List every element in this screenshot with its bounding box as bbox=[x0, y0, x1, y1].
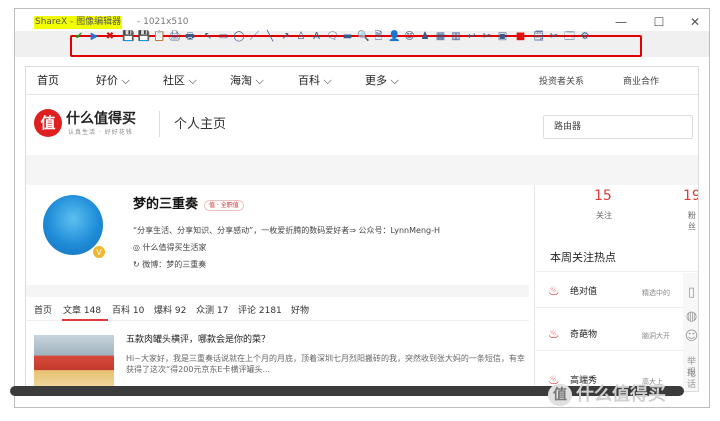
section-gap bbox=[26, 285, 529, 297]
divider bbox=[536, 307, 698, 308]
wechat-icon[interactable]: ☺ bbox=[683, 330, 698, 343]
sticker-icon[interactable]: 👤 bbox=[388, 31, 400, 43]
print-icon[interactable]: 🖶 bbox=[184, 31, 196, 43]
copy-icon[interactable]: 📋 bbox=[153, 31, 165, 43]
flame-icon: ♨ bbox=[548, 327, 560, 342]
magnify-icon[interactable]: 🔍 bbox=[357, 31, 369, 43]
logo-icon[interactable]: 值 bbox=[34, 109, 62, 137]
article-excerpt: Hi~大家好，我是三重奏话说就在上个月的月底，顶着深圳七月烈阳搬砖的我，突然收到… bbox=[126, 354, 525, 374]
undo-icon[interactable]: ↩ bbox=[466, 31, 478, 43]
image-icon[interactable]: 🗎 bbox=[373, 31, 385, 43]
rectangle-icon[interactable]: ▭ bbox=[218, 31, 230, 43]
tab-tests[interactable]: 众测 17 bbox=[196, 305, 228, 317]
follows-label: 关注 bbox=[596, 211, 612, 220]
divider bbox=[536, 271, 698, 272]
floating-sidebar: ▯ ◍ ☺ 举报 电话 bbox=[683, 273, 698, 391]
tab-goods[interactable]: 好物 bbox=[291, 305, 309, 317]
page-title: 个人主页 bbox=[174, 117, 227, 132]
banner-gap bbox=[26, 155, 698, 185]
cut-icon[interactable]: ✂ bbox=[548, 31, 560, 43]
fill-color-icon[interactable]: ■ bbox=[515, 31, 527, 43]
border-icon[interactable]: ▣ bbox=[497, 31, 509, 43]
text-icon[interactable]: A bbox=[311, 31, 323, 43]
nav-wiki[interactable]: 百科 ⌵ bbox=[298, 74, 332, 88]
tab-comments[interactable]: 评论 2181 bbox=[238, 305, 282, 317]
user-title[interactable]: ◎ 什么值得买生活家 bbox=[133, 242, 207, 253]
logo-slogan: 认真生活 · 好好花钱 bbox=[68, 129, 133, 136]
nav-investor[interactable]: 投资者关系 bbox=[539, 76, 584, 88]
search-input[interactable]: 路由器 bbox=[543, 115, 693, 139]
cursor-icon[interactable]: ♟ bbox=[419, 31, 431, 43]
active-tab-indicator bbox=[62, 319, 108, 321]
maximize-button[interactable]: ☐ bbox=[651, 15, 667, 29]
web-page: 首页 好价 ⌵ 社区 ⌵ 海淘 ⌵ 百科 ⌵ 更多 ⌵ 投资者关系 商业合作 值… bbox=[25, 66, 699, 392]
logo-name[interactable]: 什么值得买 bbox=[66, 111, 136, 127]
notes-icon[interactable]: 🗒 bbox=[533, 31, 546, 43]
article-title[interactable]: 五款肉罐头横评，哪款会是你的菜？ bbox=[126, 334, 270, 346]
close-button[interactable]: ✕ bbox=[687, 15, 703, 29]
user-bio: “分享生活、分享知识、分享感动”，一枚爱折腾的数码爱好者⇒ 公众号：LynnMe… bbox=[133, 226, 441, 235]
phone-icon[interactable]: ▯ bbox=[683, 286, 698, 299]
text-outline-icon[interactable]: ♙ bbox=[295, 31, 307, 43]
select-icon[interactable]: ↖ bbox=[202, 31, 214, 43]
cancel-icon[interactable]: ✖ bbox=[104, 31, 116, 43]
tab-home[interactable]: 首页 bbox=[34, 305, 52, 317]
pixelate-icon[interactable]: ▥ bbox=[450, 31, 462, 43]
crop-icon[interactable]: ✂ bbox=[481, 31, 493, 43]
window-size: - 1021x510 bbox=[137, 17, 189, 27]
hot-item-tag: 脑洞大开 bbox=[642, 332, 670, 340]
chat-icon[interactable]: ◍ bbox=[683, 310, 698, 323]
hot-topics-title: 本周关注热点 bbox=[550, 251, 616, 264]
window-title: ShareX - 图像编辑器 bbox=[34, 16, 123, 29]
emoji-icon[interactable]: 😊 bbox=[404, 31, 416, 43]
nav-more[interactable]: 更多 ⌵ bbox=[365, 74, 399, 88]
ellipse-icon[interactable]: ◯ bbox=[233, 31, 245, 43]
nav-deals[interactable]: 好价 ⌵ bbox=[96, 74, 130, 88]
hot-item-tag: 精选中的 bbox=[642, 289, 670, 297]
hot-item-name[interactable]: 绝对值 bbox=[570, 286, 597, 298]
nav-business[interactable]: 商业合作 bbox=[623, 76, 659, 88]
flame-icon: ♨ bbox=[548, 284, 560, 299]
watermark-text: 什么值得买 bbox=[576, 384, 666, 405]
fans-count[interactable]: 193 bbox=[683, 187, 698, 205]
editor-window: ShareX - 图像编辑器 - 1021x510 — ☐ ✕ ✔ ▶ ✖ 💾 💾 📋 🖨 🖶… bbox=[14, 8, 710, 408]
user-weibo[interactable]: ↻ 微博：梦的三重奏 bbox=[133, 259, 206, 270]
top-nav: 首页 好价 ⌵ 社区 ⌵ 海淘 ⌵ 百科 ⌵ 更多 ⌵ 投资者关系 商业合作 bbox=[26, 67, 698, 95]
save-icon[interactable]: 💾 bbox=[122, 31, 134, 43]
save-as-icon[interactable]: 💾 bbox=[138, 31, 150, 43]
follows-count[interactable]: 15 bbox=[594, 187, 612, 205]
arrow-icon[interactable]: ↗ bbox=[280, 31, 292, 43]
freehand-icon[interactable]: ／ bbox=[249, 31, 261, 43]
nav-community[interactable]: 社区 ⌵ bbox=[163, 74, 197, 88]
hot-item-name[interactable]: 奇葩物 bbox=[570, 329, 597, 341]
fans-label: 粉丝 bbox=[688, 211, 696, 231]
minimize-button[interactable]: — bbox=[613, 15, 629, 29]
title-bar: ShareX - 图像编辑器 - 1021x510 — ☐ ✕ bbox=[15, 9, 709, 31]
column-divider bbox=[534, 185, 535, 391]
divider bbox=[159, 111, 160, 137]
tab-posts[interactable]: 爆料 92 bbox=[154, 305, 186, 317]
step-icon[interactable]: ▬ bbox=[342, 31, 354, 43]
phone-button[interactable]: 电话 bbox=[683, 369, 698, 391]
ok-icon[interactable]: ✔ bbox=[73, 31, 85, 43]
run-icon[interactable]: ▶ bbox=[89, 31, 101, 43]
watermark-logo-icon: 值 bbox=[548, 384, 572, 406]
username: 梦的三重奏 bbox=[133, 197, 199, 212]
nav-haitao[interactable]: 海淘 ⌵ bbox=[230, 74, 264, 88]
user-level-badge: 值 · 全职值 bbox=[204, 200, 244, 211]
article-thumbnail[interactable] bbox=[34, 335, 114, 391]
upload-icon[interactable]: 🖨 bbox=[169, 31, 182, 43]
window-icon[interactable]: 🗔 bbox=[564, 31, 576, 43]
stats-card bbox=[536, 185, 698, 249]
settings-icon[interactable]: ⚙ bbox=[579, 31, 591, 43]
verified-badge-icon: V bbox=[92, 245, 106, 259]
speech-bubble-icon[interactable]: 🗨 bbox=[326, 31, 339, 43]
tab-wiki[interactable]: 百科 10 bbox=[112, 305, 144, 317]
line-icon[interactable]: ╲ bbox=[264, 31, 276, 43]
nav-home[interactable]: 首页 bbox=[37, 74, 59, 88]
tab-articles[interactable]: 文章 148 bbox=[63, 305, 101, 317]
divider bbox=[536, 350, 698, 351]
blur-icon[interactable]: ▦ bbox=[435, 31, 447, 43]
